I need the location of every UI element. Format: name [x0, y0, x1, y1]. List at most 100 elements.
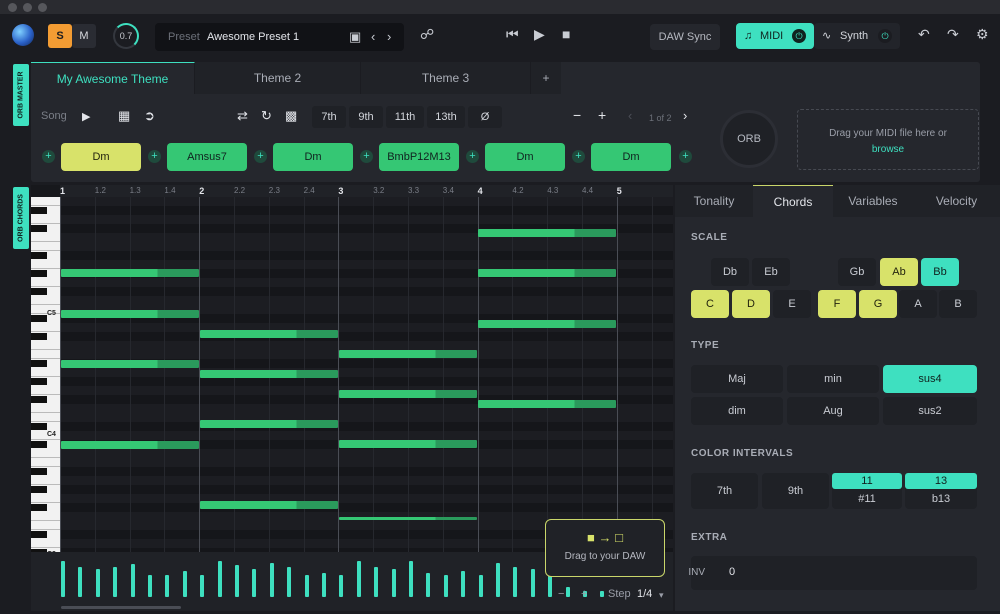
minimize-window-button[interactable]: [23, 3, 32, 12]
black-key[interactable]: [31, 252, 47, 259]
next-page-icon[interactable]: ›: [683, 108, 687, 123]
velocity-bar[interactable]: [182, 571, 187, 597]
velocity-bar[interactable]: [165, 575, 170, 597]
velocity-bar[interactable]: [148, 575, 152, 597]
insert-chord-icon[interactable]: +: [360, 150, 373, 163]
chord-slot-2[interactable]: Amsus7: [167, 143, 247, 171]
type-sus2-button[interactable]: sus2: [883, 397, 977, 425]
velocity-bar[interactable]: [513, 567, 518, 597]
side-tab-orb-master[interactable]: ORB MASTER: [13, 64, 29, 126]
velocity-bar[interactable]: [322, 573, 326, 597]
insert-chord-icon[interactable]: +: [254, 150, 267, 163]
midi-note[interactable]: [478, 320, 616, 328]
tab-theme-1[interactable]: My Awesome Theme: [31, 62, 195, 94]
note-grid[interactable]: [60, 197, 673, 557]
scale-note-b[interactable]: B: [939, 290, 977, 318]
tab-tonality[interactable]: Tonality: [675, 185, 753, 217]
color-sharp11-button[interactable]: #11: [832, 493, 902, 505]
shuffle-icon[interactable]: ⇄: [237, 108, 248, 124]
side-tab-orb-chords[interactable]: ORB CHORDS: [13, 187, 29, 249]
type-aug-button[interactable]: Aug: [787, 397, 879, 425]
volume-knob[interactable]: 0.7: [113, 23, 139, 49]
black-key[interactable]: [31, 441, 47, 448]
velocity-bar[interactable]: [496, 563, 500, 597]
scale-note-ab[interactable]: Ab: [880, 258, 918, 286]
synth-power-icon[interactable]: ⏻: [878, 29, 892, 43]
midi-note[interactable]: [61, 441, 199, 449]
type-min-button[interactable]: min: [787, 365, 879, 393]
midi-note[interactable]: [339, 517, 477, 520]
midi-power-icon[interactable]: ⏻: [792, 29, 806, 43]
velocity-bar[interactable]: [113, 567, 118, 597]
stop-icon[interactable]: ■: [562, 26, 570, 42]
scale-note-g[interactable]: G: [859, 290, 897, 318]
scale-note-e[interactable]: E: [773, 290, 811, 318]
remove-chord-icon[interactable]: −: [573, 107, 581, 123]
skip-back-icon[interactable]: ⏮: [506, 26, 519, 43]
scale-note-f[interactable]: F: [818, 290, 856, 318]
add-chord-icon[interactable]: +: [598, 107, 606, 123]
velocity-bar[interactable]: [391, 569, 396, 597]
piano-keyboard[interactable]: C5C4C3: [31, 197, 60, 558]
midi-note[interactable]: [61, 269, 199, 277]
velocity-bar[interactable]: [78, 567, 83, 597]
midi-note[interactable]: [339, 440, 477, 448]
song-play-icon[interactable]: ▶: [82, 110, 90, 123]
scale-note-db[interactable]: Db: [711, 258, 749, 286]
velocity-bar[interactable]: [130, 564, 135, 597]
type-dim-button[interactable]: dim: [691, 397, 783, 425]
play-icon[interactable]: ▶: [534, 26, 545, 43]
black-key[interactable]: [31, 504, 47, 511]
synth-mode-button[interactable]: ∿ Synth ⏻: [814, 23, 900, 49]
velocity-bar[interactable]: [530, 569, 535, 597]
ext-9th-button[interactable]: 9th: [349, 106, 383, 128]
velocity-bar[interactable]: [409, 561, 413, 597]
black-key[interactable]: [31, 315, 47, 322]
scale-note-gb[interactable]: Gb: [838, 258, 876, 286]
chord-slot-5[interactable]: Dm: [485, 143, 565, 171]
tab-theme-3[interactable]: Theme 3: [361, 62, 531, 94]
velocity-bar[interactable]: [478, 575, 483, 597]
drag-to-daw[interactable]: ■ → □ Drag to your DAW: [545, 519, 665, 577]
preset-selector[interactable]: Preset Awesome Preset 1 ▣ ‹ ›: [155, 23, 404, 51]
midi-note[interactable]: [200, 330, 338, 338]
velocity-bar[interactable]: [235, 565, 239, 597]
horizontal-scrollbar[interactable]: [61, 606, 181, 609]
color-11-button[interactable]: 11: [832, 473, 902, 489]
black-key[interactable]: [31, 288, 47, 295]
chord-slot-1[interactable]: Dm: [61, 143, 141, 171]
midi-note[interactable]: [339, 350, 477, 358]
scale-note-a[interactable]: A: [899, 290, 937, 318]
mute-button[interactable]: M: [72, 24, 96, 48]
velocity-bar[interactable]: [461, 571, 466, 597]
chevron-down-icon[interactable]: ▾: [659, 590, 664, 601]
insert-chord-icon[interactable]: +: [466, 150, 479, 163]
type-sus4-button[interactable]: sus4: [883, 365, 977, 393]
inversion-field[interactable]: INV 0: [688, 556, 977, 590]
midi-note[interactable]: [478, 269, 616, 277]
black-key[interactable]: [31, 396, 47, 403]
midi-mode-button[interactable]: ♫ MIDI ⏻: [736, 23, 814, 49]
black-key[interactable]: [31, 531, 47, 538]
chord-slot-3[interactable]: Dm: [273, 143, 353, 171]
zoom-window-button[interactable]: [38, 3, 47, 12]
velocity-bar[interactable]: [95, 569, 100, 597]
ext-none-button[interactable]: Ø: [468, 106, 502, 128]
velocity-bar[interactable]: [374, 567, 379, 597]
tab-velocity[interactable]: Velocity: [913, 185, 1000, 217]
tab-variables[interactable]: Variables: [833, 185, 913, 217]
chord-slot-4[interactable]: BmbP12M13: [379, 143, 459, 171]
type-maj-button[interactable]: Maj: [691, 365, 783, 393]
scale-note-d[interactable]: D: [732, 290, 770, 318]
link-icon[interactable]: ☍: [420, 26, 434, 43]
black-key[interactable]: [31, 225, 47, 232]
insert-chord-icon[interactable]: +: [572, 150, 585, 163]
add-theme-button[interactable]: +: [531, 62, 561, 94]
export-icon[interactable]: ➲: [144, 108, 155, 124]
velocity-bar[interactable]: [217, 561, 222, 597]
save-preset-icon[interactable]: ▣: [349, 29, 361, 45]
velocity-bar[interactable]: [287, 567, 292, 597]
black-key[interactable]: [31, 207, 47, 214]
midi-note[interactable]: [200, 501, 338, 509]
color-9th-button[interactable]: 9th: [762, 473, 829, 509]
